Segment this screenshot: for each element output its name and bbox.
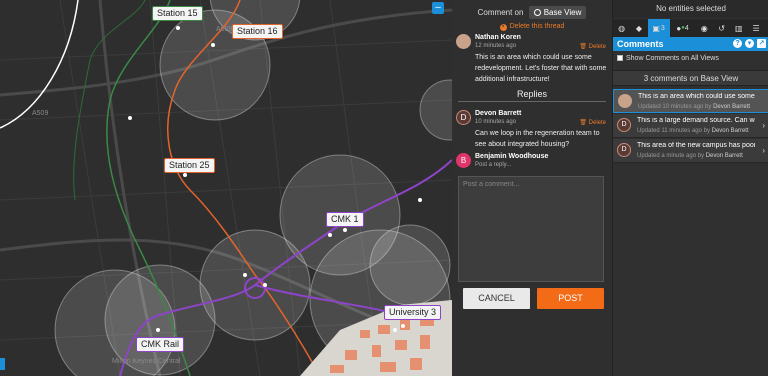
eye-tab-icon[interactable]: ◉ [696,19,713,37]
comment-preview: This is an area which could use some r..… [638,93,756,100]
avatar: D [456,110,471,125]
avatar: B [456,153,471,168]
sidebar-tabs: ◍ ◆ ▣ 3 ● ● 4 ◉ ↺ ▥ ☰ [613,19,768,37]
tab-comments[interactable]: ▣ 3 [647,19,670,37]
users-count: 4 [684,24,689,32]
cmk-1-label[interactable]: CMK 1 [326,212,364,227]
settings-tab-icon[interactable]: ☰ [747,19,764,37]
vehicle-tab-icon[interactable]: ▥ [730,19,747,37]
map-canvas[interactable]: Station 15 Station 16 Station 25 CMK 1 C… [0,0,452,376]
station-16-label[interactable]: Station 16 [232,24,283,39]
base-view-selector[interactable]: Base View [528,6,587,19]
comment-count: 3 comments on Base View [613,70,768,86]
avatar [456,34,471,49]
delete-thread-link[interactable]: × Delete this thread [452,23,612,31]
road-label: A509 [216,26,233,33]
show-all-views-toggle[interactable]: Show Comments on All Views [617,55,719,62]
delete-comment-button[interactable]: 🗑 Delete [579,119,606,126]
map-edge-handle[interactable] [0,358,5,370]
expand-icon[interactable]: ↗ [757,39,766,48]
comment-meta: Updated a minute ago by Devon Barrett [637,153,743,159]
comment-author: Nathan Koren [475,34,521,41]
place-label: Milton Keynes Central [112,358,181,365]
sidebar: No entities selected ◍ ◆ ▣ 3 ● ● 4 ◉ ↺ ▥ ☰ … [612,0,768,376]
comment-preview: This is a large demand source. Can we ..… [637,117,755,124]
chevron-right-icon: › [762,121,765,130]
station-15-label[interactable]: Station 15 [152,6,203,21]
globe-tab-icon[interactable]: ◍ [613,19,630,37]
comment-text: Can we loop in the regeneration team to … [475,130,600,148]
base-view-label: Base View [543,8,582,17]
comment-on-header: Comment on Base View [452,6,612,19]
checkbox[interactable] [617,55,623,61]
comments-title: Comments [617,39,664,49]
comment-preview: This area of the new campus has poor ... [637,142,755,149]
close-icon: × [499,24,507,31]
comment-author: Devon Barrett [475,110,522,117]
comment-time: 10 minutes ago [475,119,517,125]
composer-author: Benjamin Woodhouse [475,153,549,160]
comment-on-label: Comment on [477,8,524,17]
history-tab-icon[interactable]: ↺ [713,19,730,37]
show-all-label: Show Comments on All Views [626,55,719,62]
chevron-right-icon: › [762,146,765,155]
comment-meta: Updated 10 minutes ago by Devon Barrett [638,104,751,110]
comment-list-item[interactable]: D This area of the new campus has poor .… [613,139,768,163]
post-button[interactable]: POST [537,288,604,309]
delete-thread-label: Delete this thread [509,23,565,30]
avatar: D [617,118,631,132]
cancel-button[interactable]: CANCEL [463,288,530,309]
avatar: D [617,143,631,157]
comment-time: 12 minutes ago [475,43,517,49]
replies-heading: Replies [458,89,606,102]
road-label: A509 [32,110,49,117]
tab-users[interactable]: ● ● 4 [670,19,696,37]
comment-thread-panel: Comment on Base View × Delete this thread… [452,0,612,376]
globe-icon [533,9,541,16]
cmk-rail-label[interactable]: CMK Rail [136,337,185,352]
collapse-panel-button[interactable]: – [432,2,444,14]
comment-list-item[interactable]: This is an area which could use some r..… [613,89,768,113]
chevron-down-icon[interactable]: ▾ [745,39,754,48]
delete-comment-button[interactable]: 🗑 Delete [579,43,606,50]
university-3-label[interactable]: University 3 [384,305,442,320]
comments-count: 3 [660,24,665,32]
avatar [618,94,632,108]
station-25-label[interactable]: Station 25 [164,158,215,173]
layers-tab-icon[interactable]: ◆ [630,19,647,37]
comment-meta: Updated 11 minutes ago by Devon Barrett [637,128,749,134]
post-reply-prompt: Post a reply... [475,162,512,168]
selection-status: No entities selected [613,0,768,18]
comment-list-item[interactable]: D This is a large demand source. Can we … [613,114,768,138]
help-icon[interactable]: ? [733,39,742,48]
comment-textarea[interactable]: Post a comment... [458,176,604,282]
comment-text: This is an area which could use some red… [475,54,607,83]
comments-header: Comments ? ▾ ↗ [613,37,768,51]
